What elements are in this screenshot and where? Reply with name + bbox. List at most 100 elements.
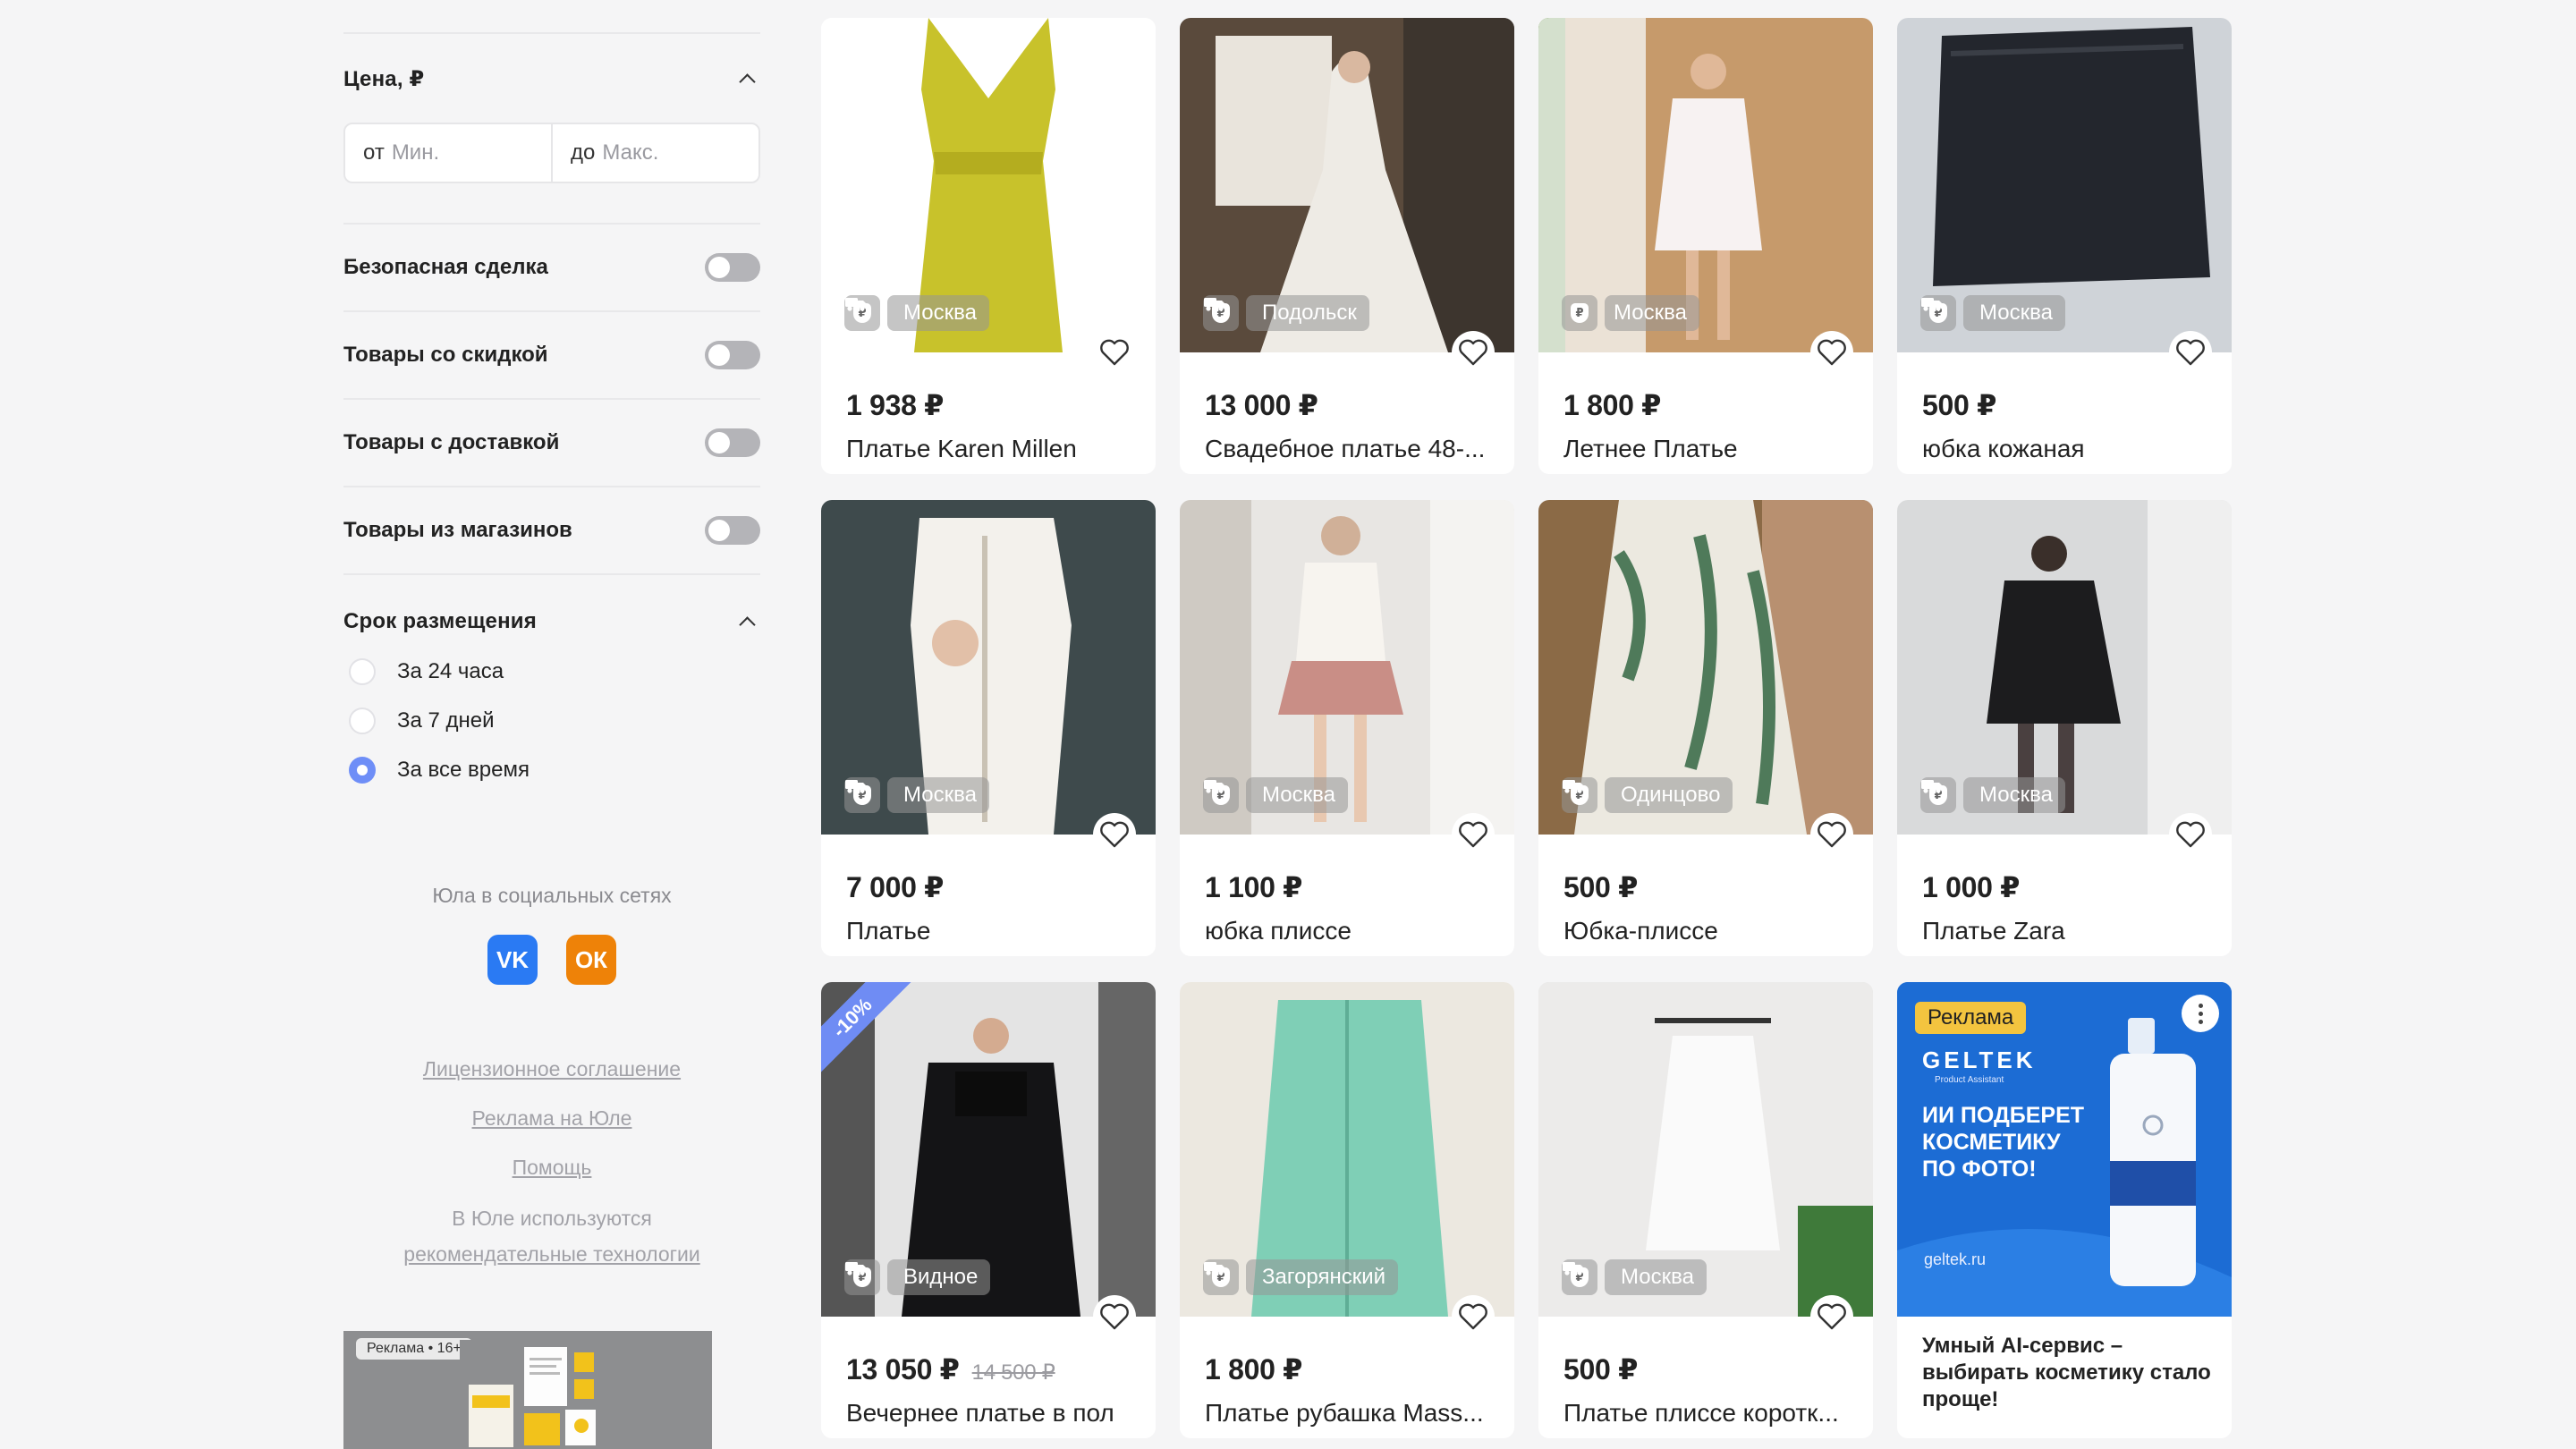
product-card[interactable]: ₽ Москва 500 ₽ юбка кожаная	[1897, 18, 2232, 474]
product-card[interactable]: ₽ Москва 1 000 ₽ Платье Zara	[1897, 500, 2232, 956]
toggle-filter-label: Товары со скидкой	[343, 343, 548, 367]
product-card[interactable]: ₽ Москва 1 800 ₽ Летнее Платье	[1538, 18, 1873, 474]
heart-icon[interactable]	[1093, 331, 1136, 374]
period-option-label: За все время	[397, 757, 530, 782]
product-image[interactable]: ₽ Подольск	[1180, 18, 1514, 352]
product-image[interactable]: ₽ Загорянский	[1180, 982, 1514, 1317]
toggle-filter-row[interactable]: Товары с доставкой	[343, 400, 760, 487]
product-price: 13 000 ₽	[1205, 389, 1318, 421]
toggle-filter-row[interactable]: Безопасная сделка	[343, 225, 760, 312]
toggle-filter-label: Товары с доставкой	[343, 430, 560, 454]
promo-text[interactable]: Умный AI-сервис – выбирать косметику ста…	[1922, 1333, 2217, 1413]
location-badge: Подольск	[1204, 295, 1369, 331]
product-image[interactable]: ₽ Одинцово	[1538, 500, 1873, 835]
product-image[interactable]: ₽ Москва	[821, 18, 1156, 352]
period-options: За 24 часа За 7 дней За все время	[343, 647, 760, 794]
product-price-row: 1 938 ₽	[846, 388, 944, 422]
location-badge: Загорянский	[1204, 1259, 1399, 1295]
heart-icon[interactable]	[1452, 813, 1495, 856]
product-title[interactable]: Платье плиссе коротк...	[1563, 1399, 1859, 1428]
product-card[interactable]: ₽ Загорянский 1 800 ₽ Платье рубашка Mass..…	[1180, 982, 1514, 1438]
toggle-switch[interactable]	[705, 428, 760, 457]
toggle-switch[interactable]	[705, 253, 760, 282]
product-title[interactable]: юбка плиссе	[1205, 917, 1500, 945]
product-card[interactable]: ₽ Москва 500 ₽ Платье плиссе коротк...	[1538, 982, 1873, 1438]
product-price-row: 1 800 ₽	[1205, 1352, 1302, 1386]
odnoklassniki-icon[interactable]: ОК	[566, 935, 616, 985]
period-option[interactable]: За 7 дней	[343, 696, 760, 745]
ads-link[interactable]: Реклама на Юле	[343, 1094, 760, 1143]
promo-domain: geltek.ru	[1924, 1250, 1987, 1268]
period-option[interactable]: За 24 часа	[343, 647, 760, 696]
heart-icon[interactable]	[1452, 1295, 1495, 1338]
product-image[interactable]: ₽ Москва	[1897, 500, 2232, 835]
heart-icon[interactable]	[2169, 331, 2212, 374]
promo-brand: GELTEK	[1922, 1046, 2037, 1073]
toggle-filter-row[interactable]: Товары со скидкой	[343, 312, 760, 400]
product-card[interactable]: -10% ₽ Видное 13 050 ₽ 14 500 ₽ Вечернее плат…	[821, 982, 1156, 1438]
toggle-switch[interactable]	[705, 341, 760, 369]
product-image[interactable]: -10% ₽ Видное	[821, 982, 1156, 1317]
promo-image[interactable]: Реклама GELTEK Product Assistant ИИ ПОДБЕРЕ…	[1897, 982, 2232, 1317]
product-card[interactable]: ₽ Подольск 13 000 ₽ Свадебное платье 48-...	[1180, 18, 1514, 474]
product-price-row: 13 050 ₽ 14 500 ₽	[846, 1352, 1055, 1386]
product-title[interactable]: Юбка-плиссе	[1563, 917, 1859, 945]
product-title[interactable]: Летнее Платье	[1563, 435, 1859, 463]
product-card[interactable]: ₽ Москва 1 100 ₽ юбка плиссе	[1180, 500, 1514, 956]
toggle-filter-row[interactable]: Товары из магазинов	[343, 487, 760, 575]
product-card[interactable]: ₽ Одинцово 500 ₽ Юбка-плиссе	[1538, 500, 1873, 956]
heart-icon[interactable]	[1452, 331, 1495, 374]
product-image[interactable]: ₽ Москва	[1897, 18, 2232, 352]
product-card[interactable]: ₽ Москва 1 938 ₽ Платье Karen Millen	[821, 18, 1156, 474]
badges: ₽ Подольск	[1203, 295, 1369, 331]
filters-sidebar: Цена, ₽ от Мин. до Макс. Безопасная сдел…	[343, 0, 760, 1449]
product-image[interactable]: ₽ Москва	[1538, 982, 1873, 1317]
price-filter-header[interactable]: Цена, ₽	[343, 66, 760, 92]
social-block: Юла в социальных сетях VK ОК	[343, 884, 760, 985]
more-options-icon[interactable]	[2182, 995, 2219, 1032]
product-image[interactable]: ₽ Москва	[821, 500, 1156, 835]
location-badge: Москва	[845, 777, 989, 813]
radio-button[interactable]	[349, 707, 376, 734]
promo-card[interactable]: Реклама GELTEK Product Assistant ИИ ПОДБЕРЕ…	[1897, 982, 2232, 1438]
location-badge: Москва	[845, 295, 989, 331]
ad-label: Реклама • 16+	[356, 1338, 472, 1360]
badges: ₽ Москва	[1562, 295, 1699, 331]
period-option[interactable]: За все время	[343, 745, 760, 794]
product-image[interactable]: ₽ Москва	[1180, 500, 1514, 835]
product-title[interactable]: Свадебное платье 48-...	[1205, 435, 1500, 463]
product-title[interactable]: юбка кожаная	[1922, 435, 2217, 463]
product-price-row: 500 ₽	[1922, 388, 1996, 422]
chevron-up-icon[interactable]	[739, 615, 756, 633]
price-max-input[interactable]: до Макс.	[551, 124, 758, 182]
radio-button[interactable]	[349, 657, 376, 685]
heart-icon[interactable]	[1093, 1295, 1136, 1338]
vk-icon[interactable]: VK	[487, 935, 538, 985]
product-card[interactable]: ₽ Москва 7 000 ₽ Платье	[821, 500, 1156, 956]
toggle-filter-label: Безопасная сделка	[343, 255, 548, 279]
badges: ₽ Москва	[844, 295, 989, 331]
heart-icon[interactable]	[1810, 813, 1853, 856]
sidebar-ad-banner[interactable]: Реклама • 16+	[343, 1331, 712, 1449]
heart-icon[interactable]	[1810, 1295, 1853, 1338]
product-title[interactable]: Платье	[846, 917, 1141, 945]
toggle-switch[interactable]	[705, 516, 760, 545]
product-title[interactable]: Платье рубашка Mass...	[1205, 1399, 1500, 1428]
price-min-input[interactable]: от Мин.	[345, 124, 551, 182]
product-image[interactable]: ₽ Москва	[1538, 18, 1873, 352]
period-filter-header[interactable]: Срок размещения	[343, 609, 760, 634]
product-price: 1 800 ₽	[1563, 389, 1662, 421]
help-link[interactable]: Помощь	[343, 1143, 760, 1192]
chevron-up-icon[interactable]	[739, 73, 756, 90]
product-title[interactable]: Вечернее платье в пол	[846, 1399, 1141, 1428]
recommendation-link[interactable]: рекомендательные технологии	[343, 1237, 760, 1271]
product-price: 1 800 ₽	[1205, 1353, 1303, 1385]
product-title[interactable]: Платье Zara	[1922, 917, 2217, 945]
heart-icon[interactable]	[1810, 331, 1853, 374]
heart-icon[interactable]	[1093, 813, 1136, 856]
heart-icon[interactable]	[2169, 813, 2212, 856]
radio-button[interactable]	[349, 756, 376, 784]
license-link[interactable]: Лицензионное соглашение	[343, 1045, 760, 1094]
product-title[interactable]: Платье Karen Millen	[846, 435, 1141, 463]
product-city: Подольск	[1262, 301, 1357, 325]
